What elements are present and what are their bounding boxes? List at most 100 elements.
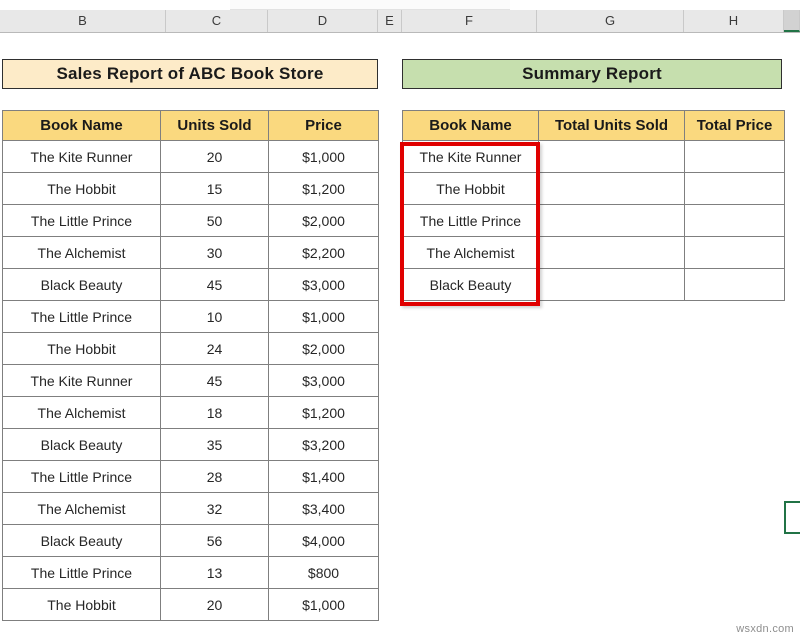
- sales-row[interactable]: The Hobbit 20 $1,000: [2, 588, 379, 621]
- sales-cell-price[interactable]: $1,200: [268, 172, 379, 205]
- sales-cell-book[interactable]: Black Beauty: [2, 428, 161, 461]
- column-header-c[interactable]: C: [166, 10, 268, 32]
- summary-header-total-units-sold[interactable]: Total Units Sold: [538, 110, 685, 141]
- sales-cell-price[interactable]: $1,000: [268, 588, 379, 621]
- sales-cell-units[interactable]: 10: [160, 300, 269, 333]
- sales-row[interactable]: The Alchemist 32 $3,400: [2, 492, 379, 525]
- sales-cell-price[interactable]: $1,400: [268, 460, 379, 493]
- summary-header-book-name[interactable]: Book Name: [402, 110, 539, 141]
- sales-cell-units[interactable]: 20: [160, 588, 269, 621]
- sales-row[interactable]: Black Beauty 56 $4,000: [2, 524, 379, 557]
- sales-cell-units[interactable]: 35: [160, 428, 269, 461]
- sales-cell-book[interactable]: The Hobbit: [2, 588, 161, 621]
- summary-cell-price[interactable]: [684, 204, 785, 237]
- sales-cell-price[interactable]: $2,200: [268, 236, 379, 269]
- sales-row[interactable]: The Kite Runner 20 $1,000: [2, 140, 379, 173]
- sales-cell-price[interactable]: $3,000: [268, 268, 379, 301]
- sales-cell-units[interactable]: 18: [160, 396, 269, 429]
- sales-cell-price[interactable]: $3,200: [268, 428, 379, 461]
- summary-cell-price[interactable]: [684, 268, 785, 301]
- sales-row[interactable]: The Little Prince 28 $1,400: [2, 460, 379, 493]
- sales-row[interactable]: The Kite Runner 45 $3,000: [2, 364, 379, 397]
- sales-cell-book[interactable]: Black Beauty: [2, 524, 161, 557]
- sales-cell-price[interactable]: $4,000: [268, 524, 379, 557]
- sales-row[interactable]: Black Beauty 35 $3,200: [2, 428, 379, 461]
- sales-cell-price[interactable]: $800: [268, 556, 379, 589]
- sales-cell-book[interactable]: The Alchemist: [2, 396, 161, 429]
- sales-cell-book[interactable]: The Little Prince: [2, 204, 161, 237]
- column-header-edge[interactable]: [784, 10, 800, 32]
- sales-cell-book[interactable]: The Alchemist: [2, 236, 161, 269]
- summary-cell-units[interactable]: [538, 236, 685, 269]
- summary-row[interactable]: The Little Prince: [402, 204, 785, 237]
- summary-row[interactable]: Black Beauty: [402, 268, 785, 301]
- sales-cell-book[interactable]: The Hobbit: [2, 172, 161, 205]
- sales-report-title-cell[interactable]: Sales Report of ABC Book Store: [2, 59, 378, 89]
- sales-cell-book[interactable]: The Little Prince: [2, 556, 161, 589]
- sales-cell-price[interactable]: $1,200: [268, 396, 379, 429]
- sales-row[interactable]: Black Beauty 45 $3,000: [2, 268, 379, 301]
- summary-cell-book[interactable]: The Kite Runner: [402, 140, 539, 173]
- sales-cell-units[interactable]: 28: [160, 460, 269, 493]
- sales-cell-book[interactable]: The Hobbit: [2, 332, 161, 365]
- sales-header-book-name[interactable]: Book Name: [2, 110, 161, 141]
- summary-cell-price[interactable]: [684, 236, 785, 269]
- sales-cell-price[interactable]: $2,000: [268, 204, 379, 237]
- sales-row[interactable]: The Hobbit 15 $1,200: [2, 172, 379, 205]
- summary-row[interactable]: The Hobbit: [402, 172, 785, 205]
- sales-cell-book[interactable]: The Kite Runner: [2, 364, 161, 397]
- summary-cell-book[interactable]: The Little Prince: [402, 204, 539, 237]
- sales-cell-units[interactable]: 56: [160, 524, 269, 557]
- sales-cell-price[interactable]: $1,000: [268, 300, 379, 333]
- column-header-h[interactable]: H: [684, 10, 784, 32]
- sales-cell-price[interactable]: $3,000: [268, 364, 379, 397]
- summary-cell-units[interactable]: [538, 140, 685, 173]
- summary-cell-units[interactable]: [538, 204, 685, 237]
- sales-row[interactable]: The Little Prince 10 $1,000: [2, 300, 379, 333]
- summary-header-total-price[interactable]: Total Price: [684, 110, 785, 141]
- sales-cell-book[interactable]: The Kite Runner: [2, 140, 161, 173]
- sales-row[interactable]: The Alchemist 30 $2,200: [2, 236, 379, 269]
- column-header-f[interactable]: F: [402, 10, 537, 32]
- sales-cell-units[interactable]: 32: [160, 492, 269, 525]
- summary-cell-price[interactable]: [684, 172, 785, 205]
- sales-header-price[interactable]: Price: [268, 110, 379, 141]
- summary-row[interactable]: The Kite Runner: [402, 140, 785, 173]
- column-header-e[interactable]: E: [378, 10, 402, 32]
- summary-cell-units[interactable]: [538, 172, 685, 205]
- summary-cell-book[interactable]: Black Beauty: [402, 268, 539, 301]
- column-header-strip: BCDEFGH: [0, 10, 800, 33]
- summary-cell-price[interactable]: [684, 140, 785, 173]
- sales-cell-price[interactable]: $3,400: [268, 492, 379, 525]
- summary-cell-units[interactable]: [538, 268, 685, 301]
- sales-row[interactable]: The Alchemist 18 $1,200: [2, 396, 379, 429]
- sales-cell-units[interactable]: 24: [160, 332, 269, 365]
- sales-report-table[interactable]: Book Name Units Sold Price The Kite Runn…: [2, 110, 379, 621]
- sales-row[interactable]: The Little Prince 50 $2,000: [2, 204, 379, 237]
- sales-cell-book[interactable]: Black Beauty: [2, 268, 161, 301]
- sales-cell-price[interactable]: $2,000: [268, 332, 379, 365]
- active-cell-selection[interactable]: [784, 501, 800, 534]
- sales-cell-units[interactable]: 45: [160, 364, 269, 397]
- summary-cell-book[interactable]: The Alchemist: [402, 236, 539, 269]
- summary-report-title-cell[interactable]: Summary Report: [402, 59, 782, 89]
- sales-row[interactable]: The Hobbit 24 $2,000: [2, 332, 379, 365]
- sales-cell-price[interactable]: $1,000: [268, 140, 379, 173]
- sales-cell-book[interactable]: The Little Prince: [2, 460, 161, 493]
- sales-cell-book[interactable]: The Little Prince: [2, 300, 161, 333]
- column-header-g[interactable]: G: [537, 10, 684, 32]
- column-header-b[interactable]: B: [0, 10, 166, 32]
- sales-cell-units[interactable]: 20: [160, 140, 269, 173]
- sales-row[interactable]: The Little Prince 13 $800: [2, 556, 379, 589]
- sales-header-units-sold[interactable]: Units Sold: [160, 110, 269, 141]
- summary-cell-book[interactable]: The Hobbit: [402, 172, 539, 205]
- sales-cell-units[interactable]: 15: [160, 172, 269, 205]
- sales-cell-units[interactable]: 13: [160, 556, 269, 589]
- sales-cell-units[interactable]: 50: [160, 204, 269, 237]
- sales-cell-units[interactable]: 45: [160, 268, 269, 301]
- summary-report-table[interactable]: Book Name Total Units Sold Total Price T…: [402, 110, 785, 301]
- sales-cell-book[interactable]: The Alchemist: [2, 492, 161, 525]
- column-header-d[interactable]: D: [268, 10, 378, 32]
- summary-row[interactable]: The Alchemist: [402, 236, 785, 269]
- sales-cell-units[interactable]: 30: [160, 236, 269, 269]
